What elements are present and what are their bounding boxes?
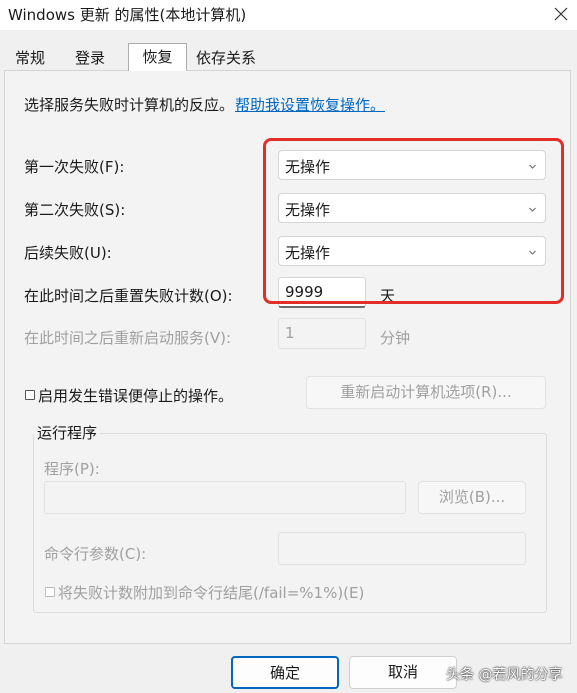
enable-stop-actions-checkbox[interactable] (25, 390, 35, 400)
program-input[interactable] (44, 481, 406, 514)
second-failure-label: 第二次失败(S): (24, 201, 126, 219)
close-button[interactable] (545, 0, 577, 28)
append-fail-count-checkbox[interactable] (45, 587, 55, 597)
chevron-down-icon (529, 250, 536, 255)
second-failure-value: 无操作 (285, 201, 331, 219)
subsequent-failures-value: 无操作 (285, 244, 331, 262)
reset-fail-count-value: 9999 (285, 283, 324, 301)
close-icon (554, 7, 568, 21)
enable-stop-actions-label[interactable]: 启用发生错误便停止的操作。 (38, 385, 233, 406)
tab-general[interactable]: 常规 (8, 45, 52, 71)
tab-dependencies[interactable]: 依存关系 (192, 45, 260, 71)
append-fail-count-label[interactable]: 将失败计数附加到命令行结尾(/fail=%1%)(E) (58, 582, 364, 603)
run-program-group-title: 运行程序 (34, 422, 101, 443)
tab-logon[interactable]: 登录 (68, 45, 112, 71)
days-unit-label: 天 (380, 287, 396, 305)
tab-recovery[interactable]: 恢复 (128, 43, 187, 71)
minutes-unit-label: 分钟 (380, 329, 411, 347)
chevron-down-icon (529, 207, 536, 212)
first-failure-value: 无操作 (285, 158, 331, 176)
command-params-label: 命令行参数(C): (44, 545, 147, 563)
reset-fail-count-label: 在此时间之后重置失败计数(O): (24, 287, 233, 305)
chevron-down-icon (529, 164, 536, 169)
restart-service-input[interactable]: 1 (278, 318, 366, 349)
first-failure-label: 第一次失败(F): (24, 158, 125, 176)
browse-button[interactable]: 浏览(B)... (418, 481, 526, 514)
first-failure-dropdown[interactable]: 无操作 (278, 150, 546, 180)
restart-service-value: 1 (285, 324, 295, 342)
intro-text: 选择服务失败时计算机的反应。 (24, 96, 235, 114)
subsequent-failures-label: 后续失败(U): (24, 244, 112, 262)
watermark: 头条 @若风的分享 (446, 667, 563, 683)
cancel-button[interactable]: 取消 (349, 656, 457, 689)
help-link[interactable]: 帮助我设置恢复操作。 (235, 94, 385, 115)
subsequent-failures-dropdown[interactable]: 无操作 (278, 236, 546, 266)
ok-button[interactable]: 确定 (231, 656, 339, 689)
command-params-input[interactable] (278, 532, 526, 565)
restart-service-label: 在此时间之后重新启动服务(V): (24, 329, 232, 347)
window-title: Windows 更新 的属性(本地计算机) (8, 6, 247, 24)
reset-fail-count-input[interactable]: 9999 (278, 277, 366, 308)
second-failure-dropdown[interactable]: 无操作 (278, 193, 546, 223)
program-label: 程序(P): (44, 460, 100, 478)
restart-computer-options-button[interactable]: 重新启动计算机选项(R)... (306, 376, 546, 409)
